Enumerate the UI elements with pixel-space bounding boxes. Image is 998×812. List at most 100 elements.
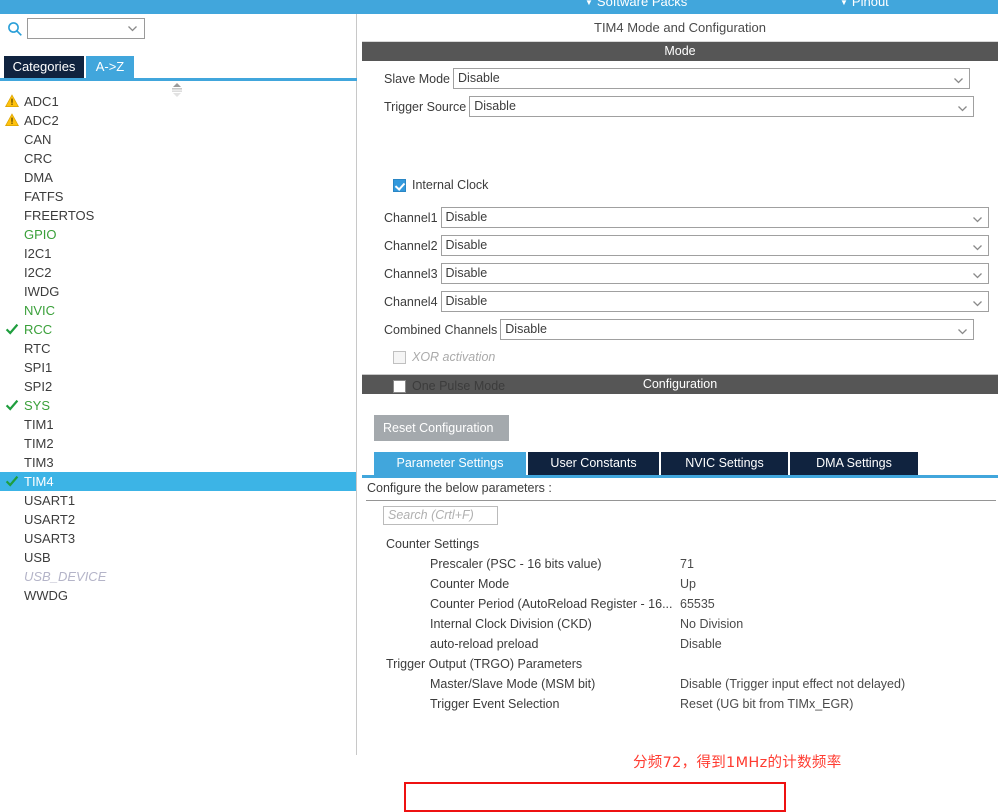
sidebar-item-usb[interactable]: USB [0,548,356,567]
field-slave-mode: Slave Mode Disable [384,68,971,89]
sidebar-item-label: NVIC [24,303,56,318]
sidebar-item-label: DMA [24,170,53,185]
menu-item-pinout[interactable]: ▼ Pinout [840,0,889,9]
param-group-header[interactable]: Trigger Output (TRGO) Parameters [362,654,998,674]
sidebar-item-iwdg[interactable]: IWDG [0,282,356,301]
sidebar-item-tim3[interactable]: TIM3 [0,453,356,472]
param-row[interactable]: Counter Mode Up [362,574,998,594]
chevron-down-icon [957,101,968,112]
checkbox-one-pulse-mode[interactable]: One Pulse Mode [393,378,505,394]
slave-mode-dropdown[interactable]: Disable [453,68,971,89]
sidebar-item-usart1[interactable]: USART1 [0,491,356,510]
param-value[interactable]: Up [680,574,696,594]
ip-list[interactable]: ADC1 ADC2 CAN CRC DMA FATFS FREERTOS GPIO I2C1 I2… [0,92,356,755]
sidebar-item-usb_device[interactable]: USB_DEVICE [0,567,356,586]
sidebar-item-usart2[interactable]: USART2 [0,510,356,529]
param-row[interactable]: Counter Period (AutoReload Register - 16… [362,594,998,614]
mode-and-configuration-panel: TIM4 Mode and Configuration Mode Slave M… [362,14,998,812]
sidebar-item-nvic[interactable]: NVIC [0,301,356,320]
sidebar-item-label: IWDG [24,284,60,299]
sidebar-item-wwdg[interactable]: WWDG [0,586,356,605]
sidebar-item-dma[interactable]: DMA [0,168,356,187]
mode-section-body: Slave Mode Disable Trigger Source Disabl… [362,61,998,393]
parameter-search-input[interactable]: Search (Crtl+F) [383,506,498,525]
menu-item-software-packs[interactable]: ▼ Software Packs [585,0,687,9]
sidebar-item-label: ADC1 [24,94,59,109]
tab-nvic-settings[interactable]: NVIC Settings [661,452,788,475]
sidebar-item-rtc[interactable]: RTC [0,339,356,358]
checkbox-xor-activation: XOR activation [393,349,495,365]
parameter-tree[interactable]: Counter Settings Prescaler (PSC - 16 bits… [362,534,998,714]
field-channel2-label: Channel2 [384,238,438,253]
sidebar-item-label: I2C1 [24,246,52,261]
tab-a-to-z[interactable]: A->Z [86,56,134,78]
param-row[interactable]: Master/Slave Mode (MSM bit) Disable (Trig… [362,674,998,694]
checkbox-internal-clock[interactable]: Internal Clock [393,177,488,193]
sidebar-item-adc1[interactable]: ADC1 [0,92,356,111]
param-row[interactable]: Trigger Event Selection Reset (UG bit fro… [362,694,998,714]
param-value[interactable]: Reset (UG bit from TIMx_EGR) [680,694,853,714]
channel4-value: Disable [445,294,488,308]
param-group-header[interactable]: Counter Settings [362,534,998,554]
sidebar-item-label: CAN [24,132,52,147]
channel1-dropdown[interactable]: Disable [440,207,989,228]
configure-parameters-note: Configure the below parameters : [367,481,552,495]
sidebar-item-spi2[interactable]: SPI2 [0,377,356,396]
param-name: Counter Mode [430,577,510,591]
configuration-section-body: Reset Configuration Parameter Settings U… [362,394,998,812]
sidebar-item-crc[interactable]: CRC [0,149,356,168]
check-icon [5,474,19,488]
sidebar-item-sys[interactable]: SYS [0,396,356,415]
param-row[interactable]: Internal Clock Division (CKD) No Division [362,614,998,634]
sidebar-item-gpio[interactable]: GPIO [0,225,356,244]
combined-channels-value: Disable [505,322,547,336]
checkbox-icon-checked[interactable] [393,178,406,192]
sidebar-item-fatfs[interactable]: FATFS [0,187,356,206]
sidebar-item-can[interactable]: CAN [0,130,356,149]
warning-icon [5,94,19,108]
chevron-down-icon [972,212,983,223]
tab-user-constants[interactable]: User Constants [528,452,659,475]
checkbox-internal-clock-label: Internal Clock [412,178,489,192]
annotation-highlight-box [404,782,786,812]
sidebar-item-i2c2[interactable]: I2C2 [0,263,356,282]
sidebar-item-freertos[interactable]: FREERTOS [0,206,356,225]
reset-configuration-button[interactable]: Reset Configuration [374,415,509,441]
tab-categories[interactable]: Categories [4,56,84,78]
param-value[interactable]: 71 [680,554,694,574]
combined-channels-dropdown[interactable]: Disable [500,319,975,340]
channel4-dropdown[interactable]: Disable [440,291,989,312]
sidebar-item-usart3[interactable]: USART3 [0,529,356,548]
sidebar-item-label: CRC [24,151,53,166]
checkbox-xor-activation-label: XOR activation [412,350,496,364]
trigger-source-dropdown[interactable]: Disable [469,96,975,117]
tab-parameter-settings[interactable]: Parameter Settings [374,452,526,475]
sidebar-item-label: SPI1 [24,360,53,375]
channel2-dropdown[interactable]: Disable [440,235,989,256]
chevron-down-icon [972,240,983,251]
chevron-down-icon [972,268,983,279]
sidebar-item-tim1[interactable]: TIM1 [0,415,356,434]
param-name: Counter Period (AutoReload Register - 16… [430,597,673,611]
param-value[interactable]: Disable (Trigger input effect not delaye… [680,674,905,694]
page-title: TIM4 Mode and Configuration [362,14,998,42]
param-value[interactable]: Disable [680,634,722,654]
sidebar-item-tim4[interactable]: TIM4 [0,472,356,491]
param-row[interactable]: Prescaler (PSC - 16 bits value) 71 [362,554,998,574]
check-icon [5,398,19,412]
configuration-tabs: Parameter Settings User Constants NVIC S… [374,452,998,475]
channel3-dropdown[interactable]: Disable [440,263,989,284]
tab-dma-settings[interactable]: DMA Settings [790,452,918,475]
field-combined-channels-label: Combined Channels [384,322,498,337]
ip-search-combobox[interactable] [27,18,145,39]
param-value[interactable]: 65535 [680,594,715,614]
param-value[interactable]: No Division [680,614,743,634]
sidebar-item-rcc[interactable]: RCC [0,320,356,339]
checkbox-icon-unchecked[interactable] [393,379,406,393]
sidebar-item-i2c1[interactable]: I2C1 [0,244,356,263]
sidebar-item-adc2[interactable]: ADC2 [0,111,356,130]
param-row[interactable]: auto-reload preload Disable [362,634,998,654]
sidebar-item-spi1[interactable]: SPI1 [0,358,356,377]
sidebar-item-label: TIM2 [24,436,54,451]
sidebar-item-tim2[interactable]: TIM2 [0,434,356,453]
